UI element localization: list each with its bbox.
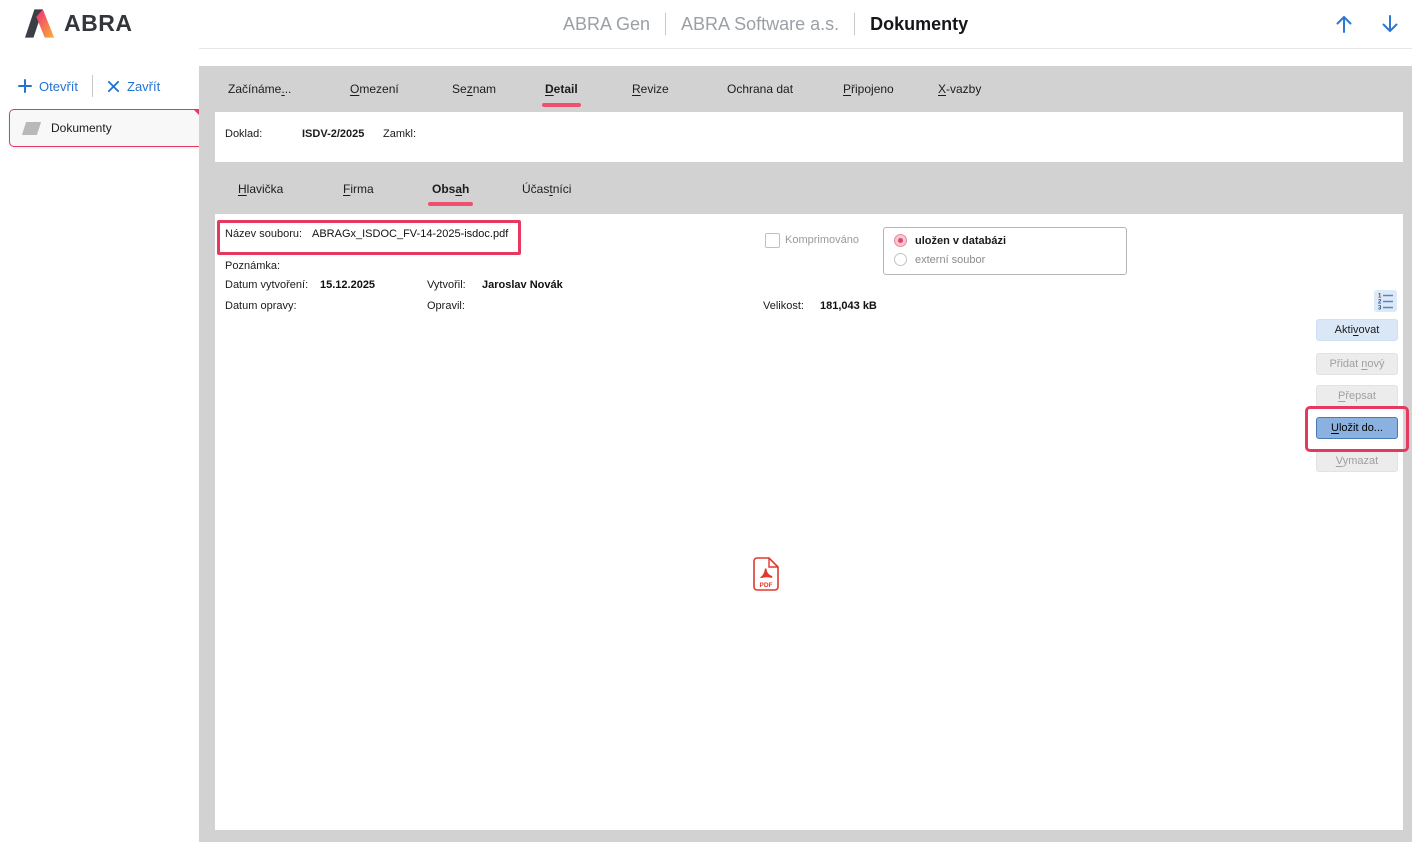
tab-omezeni[interactable]: Omezení xyxy=(350,66,399,112)
open-agenda-button[interactable]: Otevřít xyxy=(18,79,78,94)
main-panel: Začínáme... Omezení Seznam Detail Revize… xyxy=(199,66,1412,842)
radio-icon-selected xyxy=(894,234,907,247)
breadcrumb-agenda: Dokumenty xyxy=(870,14,968,35)
agenda-icon xyxy=(22,122,41,135)
open-agenda-label: Otevřít xyxy=(39,79,78,94)
file-name-value: ABRAGx_ISDOC_FV-14-2025-isdoc.pdf xyxy=(312,228,508,240)
modified-by-label: Opravil: xyxy=(427,300,465,312)
storage-radio-group: uložen v databázi externí soubor xyxy=(883,227,1127,275)
header-nav-arrows xyxy=(1332,12,1402,36)
doklad-value: ISDV-2/2025 xyxy=(302,128,364,140)
subtab-ucastnici[interactable]: Účastníci xyxy=(522,182,571,196)
compressed-checkbox[interactable] xyxy=(765,233,780,248)
zamkl-label: Zamkl: xyxy=(383,128,416,140)
created-date-label: Datum vytvoření: xyxy=(225,279,308,291)
breadcrumb-divider xyxy=(665,13,666,35)
sidebar-actions: Otevřít Zavřít xyxy=(18,75,160,97)
created-by-value: Jaroslav Novák xyxy=(482,279,563,291)
radio-icon-unselected xyxy=(894,253,907,266)
tab-seznam[interactable]: Seznam xyxy=(452,66,496,112)
created-by-label: Vytvořil: xyxy=(427,279,466,291)
breadcrumb-company: ABRA Software a.s. xyxy=(681,14,839,35)
document-header-band: Doklad: ISDV-2/2025 Zamkl: xyxy=(215,112,1403,162)
file-name-label: Název souboru: xyxy=(225,228,302,240)
logo-wordmark: ABRA xyxy=(64,10,132,37)
main-tabs: Začínáme... Omezení Seznam Detail Revize… xyxy=(199,66,1412,112)
radio-label-database: uložen v databázi xyxy=(915,235,1006,247)
radio-label-external: externí soubor xyxy=(915,254,985,266)
overwrite-button[interactable]: Přepsat xyxy=(1316,385,1398,407)
size-value: 181,043 kB xyxy=(820,300,877,312)
app-header: ABRA ABRA Gen ABRA Software a.s. Dokumen… xyxy=(0,0,1412,49)
close-agenda-label: Zavřít xyxy=(127,79,160,94)
tab-ochrana-dat[interactable]: Ochrana dat xyxy=(727,66,793,112)
numbered-list-icon[interactable]: 1 2 3 xyxy=(1374,290,1397,312)
close-agenda-button[interactable]: Zavřít xyxy=(107,79,160,94)
delete-button[interactable]: Vymazat xyxy=(1316,450,1398,472)
tab-x-vazby[interactable]: X-vazby xyxy=(938,66,981,112)
abra-logo-icon xyxy=(25,9,57,38)
modified-date-label: Datum opravy: xyxy=(225,300,297,312)
abra-logo: ABRA xyxy=(25,9,132,38)
note-label: Poznámka: xyxy=(225,260,280,272)
tab-zaciname[interactable]: Začínáme... xyxy=(228,66,291,112)
tab-revize[interactable]: Revize xyxy=(632,66,669,112)
tab-detail[interactable]: Detail xyxy=(545,66,578,112)
sidebar-actions-divider xyxy=(92,75,93,97)
sidebar-item-label: Dokumenty xyxy=(51,121,112,135)
breadcrumb-app: ABRA Gen xyxy=(563,14,650,35)
add-new-button[interactable]: Přidat nový xyxy=(1316,353,1398,375)
close-icon xyxy=(107,80,120,93)
plus-icon xyxy=(18,79,32,93)
arrow-up-icon[interactable] xyxy=(1332,12,1356,36)
save-to-button[interactable]: Uložit do... xyxy=(1316,417,1398,439)
activate-button[interactable]: Aktivovat xyxy=(1316,319,1398,341)
size-label: Velikost: xyxy=(763,300,804,312)
sidebar-item-dokumenty[interactable]: Dokumenty xyxy=(9,109,209,147)
created-date-value: 15.12.2025 xyxy=(320,279,375,291)
tab-pripojeno[interactable]: Připojeno xyxy=(843,66,894,112)
pdf-file-icon[interactable]: PDF xyxy=(753,557,779,591)
abra-gen-window: ABRA ABRA Gen ABRA Software a.s. Dokumen… xyxy=(0,0,1412,842)
radio-external-file[interactable]: externí soubor xyxy=(894,253,985,266)
subtab-obsah[interactable]: Obsah xyxy=(432,182,469,196)
sidebar: Otevřít Zavřít Dokumenty xyxy=(0,48,199,842)
breadcrumb-divider xyxy=(854,13,855,35)
radio-stored-in-database[interactable]: uložen v databázi xyxy=(894,234,1006,247)
window-title: ABRA Gen ABRA Software a.s. Dokumenty xyxy=(563,0,968,48)
detail-subtabs: Hlavička Firma Obsah Účastníci xyxy=(199,162,1412,214)
doklad-label: Doklad: xyxy=(225,128,262,140)
arrow-down-icon[interactable] xyxy=(1378,12,1402,36)
content-area: Název souboru: ABRAGx_ISDOC_FV-14-2025-i… xyxy=(215,214,1403,830)
subtab-firma[interactable]: Firma xyxy=(343,182,374,196)
compressed-label: Komprimováno xyxy=(785,234,859,246)
pdf-badge-text: PDF xyxy=(760,582,773,589)
subtab-hlavicka[interactable]: Hlavička xyxy=(238,182,283,196)
